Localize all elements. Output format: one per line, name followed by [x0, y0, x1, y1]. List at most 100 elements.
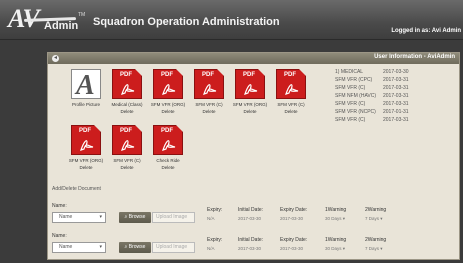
acrobat-mark-icon — [244, 84, 258, 95]
document-pdf[interactable]: PDF SFM VFR (ORG) Delete — [66, 125, 106, 170]
certification-row: 1) MEDICAL 2017-03-30 — [335, 69, 409, 75]
pdf-icon[interactable]: PDF — [153, 69, 183, 99]
pdf-icon[interactable]: PDF — [71, 125, 101, 155]
document-upload-row: Name: Name ▾ ⌕ Browse Upload Image Expir… — [52, 203, 457, 233]
initial-date-label: Initial Date: — [238, 207, 264, 213]
document-profile-picture[interactable]: A Profile Picture — [66, 69, 106, 107]
warning2-select[interactable]: 7 Days ▾ — [365, 216, 383, 222]
certification-row: SFM VFR (NCPC) 2017-01-31 — [335, 109, 409, 115]
delete-link[interactable]: Delete — [230, 109, 270, 114]
expiry-value[interactable]: N/A — [207, 216, 215, 221]
certification-row: SFM VFR (C) 2017-03-31 — [335, 101, 409, 107]
search-icon: ⌕ — [124, 214, 128, 220]
user-info-panel: ◂ User Information - AviAdmin A Profile … — [47, 52, 460, 260]
warning1-label: 1Warning — [325, 207, 347, 213]
delete-link[interactable]: Delete — [271, 109, 311, 114]
delete-link[interactable]: Delete — [66, 165, 106, 170]
document-upload-row: Name: Name ▾ ⌕ Browse Upload Image Expir… — [52, 233, 457, 263]
logo-trademark: TM — [78, 12, 86, 18]
delete-link[interactable]: Delete — [107, 165, 147, 170]
document-label: SFM VFR (C) — [195, 102, 223, 107]
pdf-icon[interactable]: PDF — [235, 69, 265, 99]
panel-title: User Information - AviAdmin — [374, 54, 455, 60]
chevron-down-icon: ▾ — [342, 246, 346, 251]
delete-link[interactable]: Delete — [148, 109, 188, 114]
delete-link[interactable]: Delete — [189, 109, 229, 114]
document-name-select[interactable]: Name ▾ — [52, 242, 106, 253]
pdf-icon[interactable]: PDF — [112, 125, 142, 155]
warning1-label: 1Warning — [325, 237, 347, 243]
certification-row: SFM VFR (C) 2017-03-31 — [335, 85, 409, 91]
expiry-label: Expiry: — [207, 237, 223, 243]
document-label: SFM VFR (ORG) — [68, 158, 104, 163]
document-name-select[interactable]: Name ▾ — [52, 212, 106, 223]
warning1-select[interactable]: 30 Days ▾ — [325, 216, 345, 222]
chevron-down-icon: ▾ — [99, 214, 102, 220]
name-label: Name: — [52, 203, 67, 209]
warning1-select[interactable]: 30 Days ▾ — [325, 246, 345, 252]
avi-admin-logo[interactable]: AV Admin TM — [6, 4, 86, 33]
acrobat-mark-icon — [121, 140, 135, 151]
chevron-down-icon: ▾ — [342, 216, 346, 221]
expiry-date-label: Expiry Date: — [280, 207, 308, 213]
upload-image-field[interactable]: Upload Image — [152, 242, 195, 253]
certification-row: SFM VFR (C) 2017-03-31 — [335, 117, 409, 123]
expiry-date-input[interactable]: 2017-03-30 — [280, 216, 303, 221]
initial-date-label: Initial Date: — [238, 237, 264, 243]
app-header: AV Admin TM Squadron Operation Administr… — [0, 0, 463, 40]
acrobat-mark-icon — [162, 140, 176, 151]
expiry-date-label: Expiry Date: — [280, 237, 308, 243]
chevron-down-icon: ▾ — [380, 216, 383, 221]
acrobat-mark-icon — [203, 84, 217, 95]
expiry-label: Expiry: — [207, 207, 223, 213]
document-pdf[interactable]: PDF SFM VFR (C) Delete — [271, 69, 311, 114]
expiry-date-input[interactable]: 2017-03-30 — [280, 246, 303, 251]
document-pdf[interactable]: PDF Check Ride Delete — [148, 125, 188, 170]
initial-date-input[interactable]: 2017-03-30 — [238, 246, 261, 251]
warning2-label: 2Warning — [365, 237, 387, 243]
certification-row: SFM NFM (HAVC) 2017-03-31 — [335, 93, 409, 99]
document-label: Medical (Class) — [111, 102, 143, 107]
acrobat-mark-icon — [162, 84, 176, 95]
browse-button[interactable]: ⌕ Browse — [119, 242, 151, 253]
acrobat-mark-icon — [80, 140, 94, 151]
certification-row: SFM VFR (CPC) 2017-03-31 — [335, 77, 409, 83]
chevron-down-icon: ▾ — [380, 246, 383, 251]
certification-list: 1) MEDICAL 2017-03-30 SFM VFR (CPC) 2017-0… — [335, 69, 455, 125]
name-label: Name: — [52, 233, 67, 239]
document-pdf[interactable]: PDF SFM VFR (ORG) Delete — [230, 69, 270, 114]
add-delete-document-label: Add/Delete Document — [52, 186, 101, 192]
pdf-icon[interactable]: PDF — [276, 69, 306, 99]
logo-text-small: Admin — [44, 20, 79, 32]
profile-picture-thumb[interactable]: A — [71, 69, 101, 101]
warning2-label: 2Warning — [365, 207, 387, 213]
collapse-icon[interactable]: ◂ — [52, 55, 59, 62]
delete-link[interactable]: Delete — [107, 109, 147, 114]
document-label: SFM VFR (C) — [277, 102, 305, 107]
browse-button[interactable]: ⌕ Browse — [119, 212, 151, 223]
pdf-icon[interactable]: PDF — [153, 125, 183, 155]
pdf-icon[interactable]: PDF — [112, 69, 142, 99]
search-icon: ⌕ — [124, 244, 128, 250]
avatar-icon: A — [76, 70, 95, 101]
warning2-select[interactable]: 7 Days ▾ — [365, 246, 383, 252]
app-title: Squadron Operation Administration — [93, 16, 280, 28]
document-label: Profile Picture — [71, 102, 100, 107]
document-pdf[interactable]: PDF SFM VFR (C) Delete — [189, 69, 229, 114]
login-status: Logged in as: Avi Admin — [391, 28, 461, 34]
document-label: Check Ride — [156, 158, 180, 163]
initial-date-input[interactable]: 2017-03-30 — [238, 216, 261, 221]
expiry-value[interactable]: N/A — [207, 246, 215, 251]
document-pdf[interactable]: PDF SFM VFR (ORG) Delete — [148, 69, 188, 114]
document-pdf[interactable]: PDF SFM VFR (C) Delete — [107, 125, 147, 170]
panel-title-bar: ◂ User Information - AviAdmin — [48, 53, 459, 64]
acrobat-mark-icon — [285, 84, 299, 95]
document-label: SFM VFR (ORG) — [232, 102, 268, 107]
pdf-icon[interactable]: PDF — [194, 69, 224, 99]
document-label: SFM VFR (C) — [113, 158, 141, 163]
chevron-down-icon: ▾ — [99, 244, 102, 250]
upload-image-field[interactable]: Upload Image — [152, 212, 195, 223]
document-pdf[interactable]: PDF Medical (Class) Delete — [107, 69, 147, 114]
delete-link[interactable]: Delete — [148, 165, 188, 170]
document-label: SFM VFR (ORG) — [150, 102, 186, 107]
